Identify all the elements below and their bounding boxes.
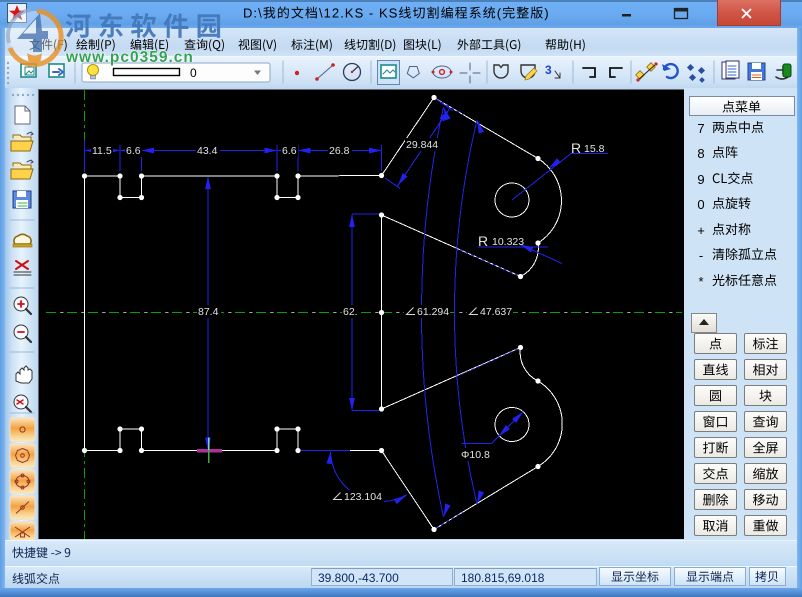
svg-text:11.5: 11.5 <box>92 145 112 157</box>
svg-text:47.637: 47.637 <box>480 306 512 318</box>
svg-text:6.6: 6.6 <box>126 145 141 157</box>
svg-text:15.8: 15.8 <box>584 143 605 155</box>
svg-text:61.294: 61.294 <box>417 306 449 318</box>
svg-text:87.4: 87.4 <box>198 306 219 318</box>
svg-text:26.8: 26.8 <box>329 145 350 157</box>
svg-text:123.104: 123.104 <box>344 491 382 503</box>
svg-text:R: R <box>478 233 488 249</box>
svg-text:www.pc0359.cn: www.pc0359.cn <box>65 49 194 66</box>
svg-text:6.6: 6.6 <box>282 145 297 157</box>
svg-text:29.844: 29.844 <box>406 139 438 151</box>
svg-text:R: R <box>571 140 581 156</box>
svg-text:10.323: 10.323 <box>492 236 524 248</box>
svg-text:43.4: 43.4 <box>197 145 218 157</box>
svg-text:Φ10.8: Φ10.8 <box>461 449 490 461</box>
svg-text:3: 3 <box>545 63 552 77</box>
svg-text:62.: 62. <box>343 306 358 318</box>
